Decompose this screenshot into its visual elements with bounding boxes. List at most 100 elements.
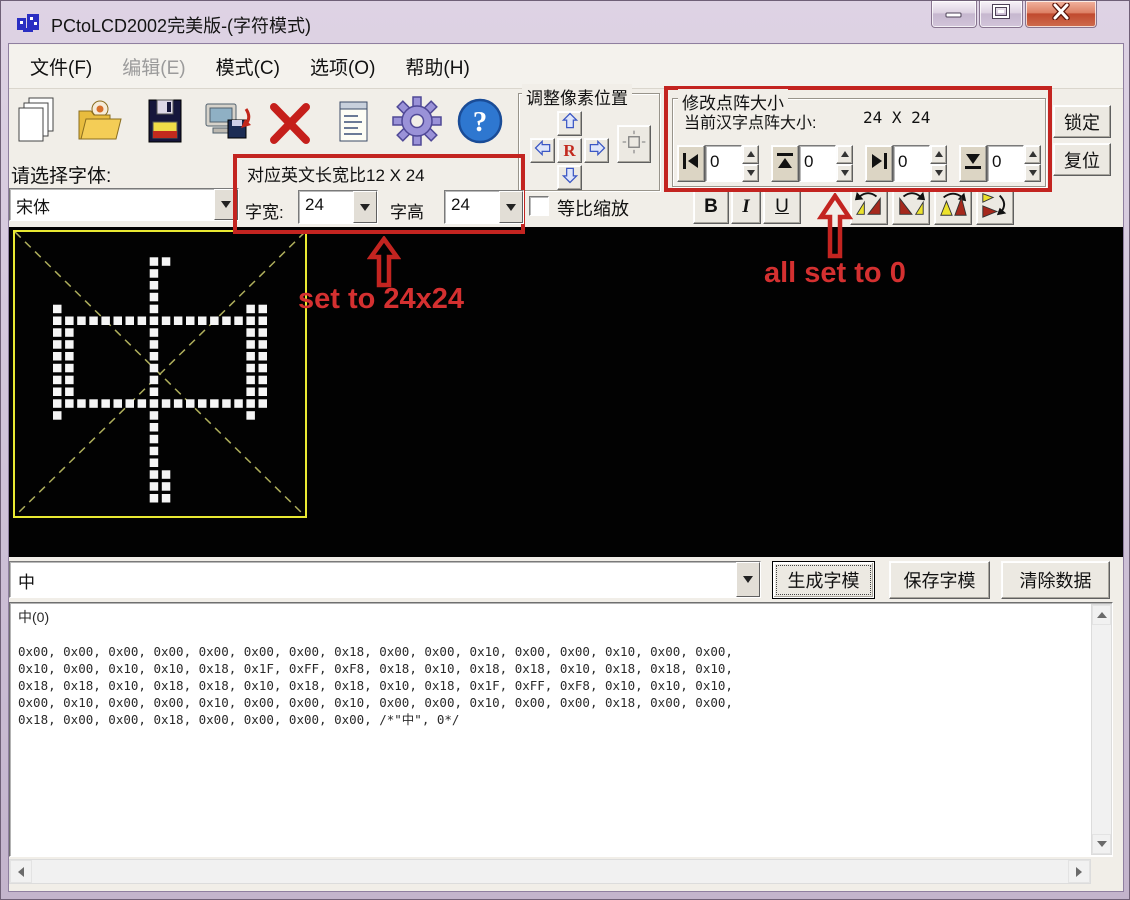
bold-button[interactable]: B [693,190,729,224]
italic-button[interactable]: I [731,190,761,224]
center-glyph-button[interactable] [617,125,651,163]
spinner-left: 0 [677,145,759,182]
clear-data-button[interactable]: 清除数据 [1001,561,1110,599]
right-spin-up-button[interactable] [930,145,947,164]
save-model-button[interactable]: 保存字模 [889,561,990,599]
flip-vertical-button[interactable] [934,188,972,225]
scroll-left-button[interactable] [10,860,32,883]
output-textarea[interactable]: 中(0) 0x00, 0x00, 0x00, 0x00, 0x00, 0x00,… [9,602,1113,857]
toolbar-new-button[interactable] [9,92,66,150]
menu-help[interactable]: 帮助(H) [390,53,484,80]
reset-position-button[interactable]: R [557,138,582,163]
spinner-bottom: 0 [959,145,1041,182]
maximize-icon [992,4,1010,24]
top-spin-up-button[interactable] [836,145,853,164]
chevron-down-icon [506,204,516,211]
minimize-button[interactable] [931,1,977,28]
menu-options[interactable]: 选项(O) [295,53,390,80]
move-up-icon [560,111,580,136]
toolbar-delete-button[interactable] [262,92,319,150]
toolbar-notes-button[interactable] [325,92,382,150]
right-offset-input[interactable]: 0 [893,145,930,182]
char-input-value: 中 [10,562,736,597]
char-input-combobox[interactable]: 中 [9,561,761,598]
hex-line: 0x18, 0x18, 0x10, 0x18, 0x18, 0x10, 0x18… [18,677,733,694]
chevron-down-icon [221,201,231,208]
maximize-button[interactable] [979,1,1023,28]
ratio-label: 对应英文长宽比12 X 24 [247,161,425,186]
char-height-dropdown-button[interactable] [499,191,523,223]
right-spin-down-button[interactable] [930,164,947,183]
menu-file[interactable]: 文件(F) [15,53,107,80]
toolbar-settings-button[interactable] [389,92,446,150]
toolbar-save-as-button[interactable] [199,92,256,150]
char-height-combobox[interactable]: 24 [444,190,524,224]
zero-note-arrow-icon [817,193,853,264]
char-width-dropdown-button[interactable] [353,191,377,223]
spin-down-icon [747,170,755,176]
dot-size-spinners: 0 0 0 0 [677,145,1041,182]
svg-text:?: ? [473,106,488,138]
move-down-button[interactable] [557,165,582,190]
left-bound-button[interactable] [677,145,705,182]
bottom-spin-down-button[interactable] [1024,164,1041,183]
current-dot-size-label: 当前汉字点阵大小: [684,109,816,133]
generate-button[interactable]: 生成字模 [772,561,875,599]
bottom-bound-button[interactable] [959,145,987,182]
vertical-scrollbar[interactable] [1091,604,1112,855]
center-frame-icon [620,127,648,162]
left-spin-down-button[interactable] [742,164,759,183]
spinner-right: 0 [865,145,947,182]
toolbar-open-button[interactable] [72,92,129,150]
font-select-combobox[interactable]: 宋体 [9,188,239,221]
menu-edit: 编辑(E) [107,53,200,80]
scroll-down-button[interactable] [1092,834,1111,854]
underline-button[interactable]: U [763,190,801,224]
close-button[interactable] [1025,1,1097,28]
top-offset-input[interactable]: 0 [799,145,836,182]
scroll-up-button[interactable] [1092,605,1111,625]
char-height-value: 24 [445,191,499,223]
dot-matrix-canvas[interactable] [15,232,305,516]
spin-down-icon [935,170,943,176]
toolbar-save-button[interactable] [136,92,193,150]
char-width-label: 字宽: [245,198,284,223]
flip-horizontal-button[interactable] [976,188,1014,225]
left-spin-up-button[interactable] [742,145,759,164]
open-folder-icon [74,95,127,147]
move-left-icon [533,138,553,163]
spin-up-icon [841,151,849,157]
title-bar[interactable]: PCtoLCD2002完美版-(字符模式) [1,1,1130,43]
right-bound-button[interactable] [865,145,893,182]
top-bound-button[interactable] [771,145,799,182]
move-up-button[interactable] [557,111,582,136]
rotate-left-button[interactable] [850,188,888,225]
rotate-right-button[interactable] [892,188,930,225]
flip-vertical-icon [937,189,969,224]
hex-output: 0x00, 0x00, 0x00, 0x00, 0x00, 0x00, 0x00… [18,643,733,728]
arrow-right-icon [1076,867,1082,877]
bound-bottom-icon [962,150,984,177]
help-icon: ? [454,95,507,147]
transform-buttons [850,188,1014,225]
chevron-down-icon [360,204,370,211]
left-offset-input[interactable]: 0 [705,145,742,182]
bottom-offset-input[interactable]: 0 [987,145,1024,182]
hex-line: 0x00, 0x00, 0x00, 0x00, 0x00, 0x00, 0x00… [18,643,733,660]
current-dot-size-value: 24 X 24 [863,108,930,127]
menu-mode[interactable]: 模式(C) [201,53,295,80]
reset-button[interactable]: 复位 [1053,143,1111,176]
char-width-combobox[interactable]: 24 [298,190,378,224]
move-right-button[interactable] [584,138,609,163]
spin-up-icon [747,151,755,157]
scroll-right-button[interactable] [1068,860,1090,883]
move-left-button[interactable] [530,138,555,163]
toolbar-help-button[interactable]: ? [452,92,509,150]
lock-button[interactable]: 锁定 [1053,105,1111,138]
top-spin-down-button[interactable] [836,164,853,183]
bottom-spin-up-button[interactable] [1024,145,1041,164]
flip-horizontal-icon [979,189,1011,224]
horizontal-scrollbar[interactable] [9,859,1091,884]
char-input-dropdown-button[interactable] [736,562,760,597]
proportional-scale-checkbox[interactable] [529,196,549,216]
